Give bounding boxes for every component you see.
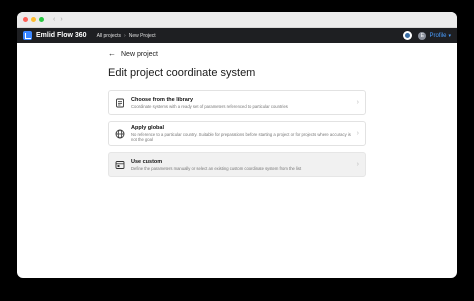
maximize-window-button[interactable]	[39, 17, 44, 22]
avatar: E	[418, 31, 427, 40]
option-description: Define the parameters manually or select…	[131, 165, 302, 171]
chevron-right-icon: ›	[356, 130, 359, 137]
chevron-right-icon: ›	[356, 99, 359, 106]
option-use-custom[interactable]: Use custom Define the parameters manuall…	[108, 152, 366, 177]
back-row: ← New project	[108, 49, 457, 59]
close-window-button[interactable]	[23, 17, 28, 22]
sync-status-icon[interactable]	[403, 31, 413, 40]
browser-forward-icon[interactable]: ›	[60, 16, 62, 23]
breadcrumb-all-projects[interactable]: All projects	[97, 33, 121, 39]
back-title: New project	[121, 50, 158, 58]
library-icon	[115, 98, 125, 108]
profile-menu-button[interactable]: E Profile ▾	[418, 31, 451, 40]
option-description: No reference to a particular country. Su…	[131, 132, 351, 142]
chevron-right-icon: ›	[356, 161, 359, 168]
app-window: ‹ › Emlid Flow 360 All projects › New Pr…	[17, 12, 457, 278]
minimize-window-button[interactable]	[31, 17, 36, 22]
breadcrumb-separator-icon: ›	[124, 32, 126, 39]
globe-icon	[115, 129, 125, 139]
emlid-logo-icon[interactable]	[23, 31, 32, 40]
browser-back-icon[interactable]: ‹	[53, 16, 55, 23]
option-title: Use custom	[131, 158, 163, 165]
back-arrow-icon[interactable]: ←	[108, 50, 116, 58]
app-header: Emlid Flow 360 All projects › New Projec…	[17, 28, 457, 43]
option-apply-global[interactable]: Apply global No reference to a particula…	[108, 121, 366, 146]
profile-label: Profile	[429, 32, 447, 39]
coordinate-system-options: Choose from the library Coordinate syste…	[108, 90, 366, 177]
custom-icon	[115, 160, 125, 170]
main-content: ← New project Edit project coordinate sy…	[17, 43, 457, 177]
app-name[interactable]: Emlid Flow 360	[36, 32, 87, 39]
window-titlebar: ‹ ›	[17, 12, 457, 28]
chevron-down-icon: ▾	[448, 32, 451, 39]
page-title: Edit project coordinate system	[108, 67, 256, 79]
option-choose-library[interactable]: Choose from the library Coordinate syste…	[108, 90, 366, 115]
option-title: Apply global	[131, 125, 164, 131]
option-description: Coordinate systems with a ready set of p…	[131, 103, 288, 109]
option-title: Choose from the library	[131, 96, 194, 103]
breadcrumb-new-project: New Project	[128, 32, 156, 39]
